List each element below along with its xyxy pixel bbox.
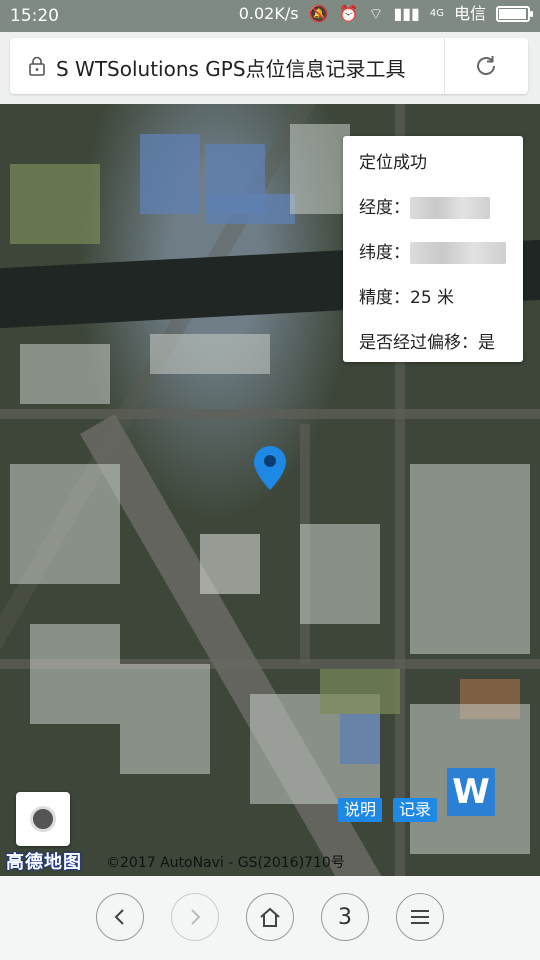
map-copyright: ©2017 AutoNavi - GS(2016)710号: [106, 855, 345, 871]
browser-toolbar: S WTSolutions GPS点位信息记录工具: [0, 32, 540, 104]
address-bar[interactable]: S WTSolutions GPS点位信息记录工具: [10, 38, 528, 94]
longitude-label: 经度：: [359, 198, 410, 218]
location-pin-icon[interactable]: [252, 444, 288, 492]
map-building: [20, 344, 110, 404]
home-icon: [260, 907, 280, 927]
latitude-row: 纬度：: [359, 238, 506, 264]
help-button[interactable]: 说明: [338, 798, 383, 822]
chevron-left-icon: [114, 909, 124, 925]
status-right: 0.02K/s 🔕 ⏰ ⌔ ▮▮▮ 4G 电信: [238, 4, 533, 23]
map-building: [30, 624, 120, 724]
back-button[interactable]: [96, 893, 144, 941]
browser-bottom-bar: 3: [0, 876, 540, 960]
menu-icon: [411, 910, 429, 924]
status-time: 15:20: [10, 6, 59, 26]
reload-icon[interactable]: [472, 52, 500, 80]
map-building: [200, 534, 260, 594]
location-status: 定位成功: [359, 153, 427, 173]
location-info-panel: 定位成功 经度： 纬度： 精度：25 米 是否经过偏移：是: [343, 136, 523, 362]
map-building: [290, 124, 350, 214]
forward-button[interactable]: [171, 893, 219, 941]
mute-icon: 🔕: [308, 4, 329, 23]
map-building: [10, 464, 120, 584]
map-field: [320, 669, 400, 714]
map-road: [0, 409, 540, 419]
map-building: [300, 524, 380, 624]
offset-row: 是否经过偏移：是: [359, 333, 495, 353]
page-title: S WTSolutions GPS点位信息记录工具: [56, 57, 406, 81]
wtsolutions-logo[interactable]: W: [447, 768, 495, 816]
map-logo: 高德地图: [6, 852, 82, 873]
map-building: [140, 134, 200, 214]
latitude-value-redacted: [410, 242, 506, 264]
network-type: 4G: [429, 8, 444, 19]
address-divider: [444, 38, 445, 94]
chevron-right-icon: [191, 909, 201, 925]
tabs-button[interactable]: 3: [321, 893, 369, 941]
locate-button[interactable]: [16, 792, 70, 846]
map-building: [410, 464, 530, 654]
map-building: [150, 334, 270, 374]
lock-icon: [29, 56, 45, 76]
map-building: [205, 194, 295, 224]
map-field: [10, 164, 100, 244]
signal-icon: ▮▮▮: [393, 4, 420, 23]
alarm-icon: ⏰: [338, 4, 359, 23]
record-button[interactable]: 记录: [393, 798, 438, 822]
network-speed: 0.02K/s: [238, 4, 299, 23]
battery-icon: [496, 6, 533, 22]
status-bar: 15:20 0.02K/s 🔕 ⏰ ⌔ ▮▮▮ 4G 电信: [0, 0, 540, 32]
latitude-label: 纬度：: [359, 243, 410, 263]
map-building: [340, 714, 380, 764]
home-button[interactable]: [246, 893, 294, 941]
locate-icon: [30, 806, 56, 832]
longitude-value-redacted: [410, 197, 490, 219]
menu-button[interactable]: [396, 893, 444, 941]
carrier-label: 电信: [453, 4, 486, 23]
longitude-row: 经度：: [359, 193, 490, 219]
accuracy-row: 精度：25 米: [359, 288, 455, 308]
wifi-icon: ⌔: [368, 4, 384, 23]
tab-count: 3: [338, 904, 352, 930]
map-building: [120, 664, 210, 774]
